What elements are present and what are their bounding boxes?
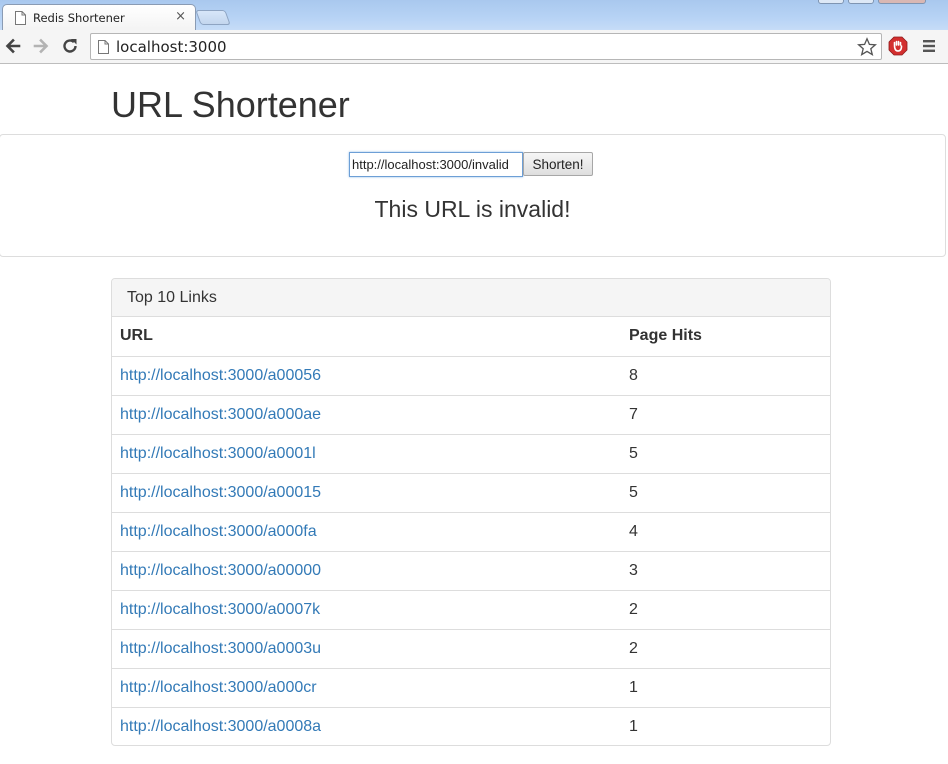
table-row: http://localhost:3000/a0007k 2: [112, 589, 830, 629]
table-row: http://localhost:3000/a0003u 2: [112, 628, 830, 668]
bookmark-star-icon[interactable]: [857, 37, 877, 57]
menu-hamburger-icon[interactable]: [921, 38, 937, 54]
table-row: http://localhost:3000/a000cr 1: [112, 667, 830, 707]
hits-cell: 5: [621, 472, 830, 512]
shorten-button[interactable]: Shorten!: [523, 152, 593, 176]
table-row: http://localhost:3000/a000fa 4: [112, 511, 830, 551]
new-tab-button[interactable]: [195, 10, 231, 25]
browser-toolbar: localhost:3000: [0, 30, 948, 64]
shorten-form-panel: Shorten! This URL is invalid!: [0, 134, 946, 257]
hits-cell: 5: [621, 433, 830, 473]
column-header-url: URL: [112, 317, 621, 357]
table-row: http://localhost:3000/a000ae 7: [112, 394, 830, 434]
column-header-page-hits: Page Hits: [621, 317, 830, 357]
tab-close-icon[interactable]: ×: [175, 9, 186, 24]
hits-cell: 1: [621, 667, 830, 707]
browser-tabstrip: Redis Shortener ×: [0, 0, 948, 31]
hits-cell: 7: [621, 394, 830, 434]
hits-cell: 4: [621, 511, 830, 551]
short-link[interactable]: http://localhost:3000/a00056: [120, 367, 321, 384]
links-table: URL Page Hits http://localhost:3000/a000…: [112, 317, 830, 745]
hits-cell: 1: [621, 706, 830, 745]
tab-title: Redis Shortener: [33, 11, 125, 25]
forward-arrow-icon[interactable]: [31, 36, 51, 56]
short-link[interactable]: http://localhost:3000/a0008a: [120, 718, 321, 735]
table-row: http://localhost:3000/a00015 5: [112, 472, 830, 512]
short-link[interactable]: http://localhost:3000/a000ae: [120, 406, 321, 423]
address-text[interactable]: localhost:3000: [116, 38, 227, 56]
short-link[interactable]: http://localhost:3000/a0003u: [120, 640, 321, 657]
short-link[interactable]: http://localhost:3000/a00000: [120, 562, 321, 579]
url-input[interactable]: [349, 152, 523, 177]
page-content: URL Shortener Shorten! This URL is inval…: [0, 65, 948, 764]
table-row: http://localhost:3000/a0001l 5: [112, 433, 830, 473]
back-arrow-icon[interactable]: [3, 36, 23, 56]
table-row: http://localhost:3000/a00000 3: [112, 550, 830, 590]
browser-tab[interactable]: Redis Shortener ×: [2, 4, 196, 31]
address-bar[interactable]: localhost:3000: [90, 33, 882, 60]
top-links-panel: Top 10 Links URL Page Hits http://localh…: [111, 278, 831, 746]
page-icon: [15, 11, 26, 25]
window-maximize-button[interactable]: [848, 0, 874, 4]
short-link[interactable]: http://localhost:3000/a0007k: [120, 601, 320, 618]
panel-heading: Top 10 Links: [112, 279, 830, 317]
hits-cell: 3: [621, 550, 830, 590]
short-link[interactable]: http://localhost:3000/a000fa: [120, 523, 317, 540]
status-message: This URL is invalid!: [374, 196, 571, 222]
table-row: http://localhost:3000/a00056 8: [112, 356, 830, 395]
short-link[interactable]: http://localhost:3000/a0001l: [120, 445, 316, 462]
hits-cell: 8: [629, 366, 638, 384]
short-link[interactable]: http://localhost:3000/a000cr: [120, 679, 317, 696]
page-icon: [98, 40, 109, 54]
window-close-button[interactable]: [878, 0, 926, 4]
page-title: URL Shortener: [111, 84, 350, 125]
short-link[interactable]: http://localhost:3000/a00015: [120, 484, 321, 501]
table-header-row: URL Page Hits: [112, 317, 830, 357]
adblock-extension-icon[interactable]: [888, 36, 908, 56]
reload-icon[interactable]: [60, 36, 80, 56]
window-minimize-button[interactable]: [818, 0, 844, 4]
hits-cell: 2: [621, 589, 830, 629]
table-row: http://localhost:3000/a0008a 1: [112, 706, 830, 745]
hits-cell: 2: [621, 628, 830, 668]
